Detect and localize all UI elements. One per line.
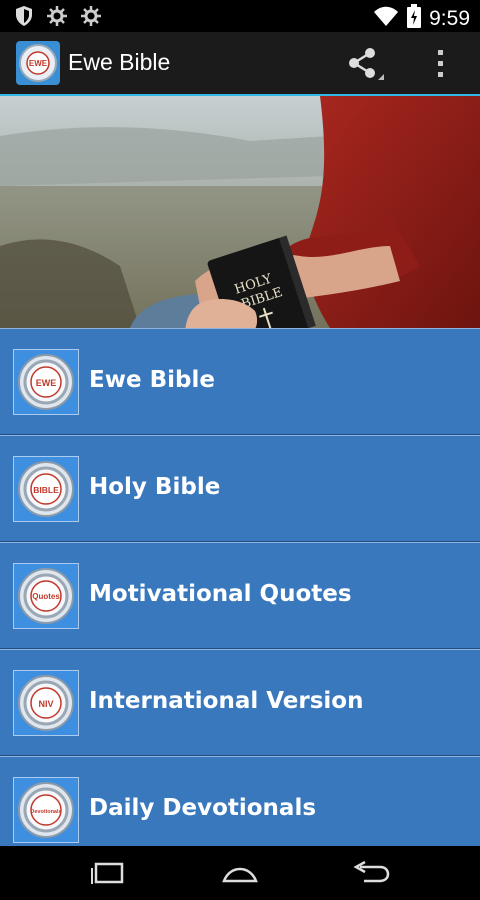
back-icon	[353, 861, 390, 883]
action-bar: EWE Ewe Bible	[0, 32, 480, 96]
ewe-badge-text: EWE	[36, 378, 57, 388]
menu-list: EWE Ewe Bible BIBLE Holy Bible Quotes Mo…	[0, 328, 480, 846]
gear-icon	[80, 5, 102, 32]
bible-badge-text: BIBLE	[33, 485, 59, 495]
menu-item-international-version[interactable]: NIV International Version	[0, 649, 480, 756]
overflow-menu-button[interactable]	[426, 46, 456, 82]
menu-item-label: Daily Devotionals	[89, 795, 317, 821]
back-button[interactable]	[340, 856, 400, 890]
app-icon[interactable]: EWE	[16, 41, 60, 85]
gear-icon	[46, 5, 68, 32]
app-icon-label: EWE	[28, 58, 48, 68]
quotes-badge-text: Quotes	[32, 592, 60, 601]
menu-item-ewe-bible[interactable]: EWE Ewe Bible	[0, 328, 480, 435]
menu-item-label: Ewe Bible	[89, 367, 215, 393]
share-icon	[349, 48, 384, 80]
niv-badge-text: NIV	[38, 699, 53, 709]
status-bar: 9:59	[0, 0, 480, 32]
devotionals-badge-text: Devotionals	[30, 809, 61, 815]
recent-apps-button[interactable]	[78, 856, 138, 890]
hero-image: HOLY BIBLE	[0, 96, 480, 328]
quotes-icon: Quotes	[13, 563, 79, 629]
menu-item-label: Motivational Quotes	[89, 581, 352, 607]
devotionals-icon: Devotionals	[13, 777, 79, 843]
home-button[interactable]	[210, 856, 270, 890]
home-icon	[222, 867, 258, 883]
navigation-bar	[0, 846, 480, 900]
wifi-icon	[373, 6, 399, 31]
recent-apps-icon	[91, 862, 124, 884]
overflow-icon	[438, 50, 443, 77]
niv-icon: NIV	[13, 670, 79, 736]
menu-item-holy-bible[interactable]: BIBLE Holy Bible	[0, 435, 480, 542]
app-title: Ewe Bible	[68, 49, 171, 75]
menu-item-motivational-quotes[interactable]: Quotes Motivational Quotes	[0, 542, 480, 649]
shield-icon	[14, 5, 34, 32]
holy-bible-icon: BIBLE	[13, 456, 79, 522]
menu-item-label: Holy Bible	[89, 474, 221, 500]
menu-item-daily-devotionals[interactable]: Devotionals Daily Devotionals	[0, 756, 480, 846]
share-button[interactable]	[344, 46, 384, 82]
status-time: 9:59	[429, 6, 470, 30]
menu-item-label: International Version	[89, 688, 364, 714]
ewe-bible-icon: EWE	[13, 349, 79, 415]
battery-icon	[407, 4, 422, 33]
